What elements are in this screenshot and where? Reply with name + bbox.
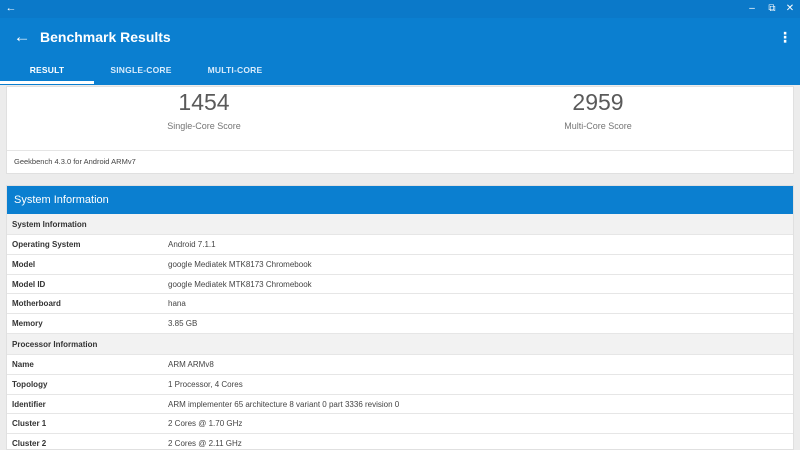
table-row: Operating System Android 7.1.1 [7, 235, 793, 255]
row-value: google Mediatek MTK8173 Chromebook [168, 259, 312, 269]
info-table: System Information Operating System Andr… [7, 214, 793, 449]
table-row: Model google Mediatek MTK8173 Chromebook [7, 255, 793, 275]
row-value: 2 Cores @ 1.70 GHz [168, 419, 243, 429]
tab-bar: RESULT SINGLE-CORE MULTI-CORE [0, 58, 800, 85]
benchmark-version: Geekbench 4.3.0 for Android ARMv7 [14, 157, 136, 166]
row-key: Cluster 1 [12, 419, 47, 429]
section-title: System Information [12, 220, 87, 229]
table-row: Cluster 1 2 Cores @ 1.70 GHz [7, 414, 793, 435]
close-icon[interactable]: ✕ [783, 2, 797, 16]
table-row: Motherboard hana [7, 294, 793, 315]
row-value: Android 7.1.1 [168, 240, 216, 249]
row-key: Operating System [12, 240, 81, 249]
row-value: 1 Processor, 4 Cores [168, 379, 243, 389]
app-bar: ← Benchmark Results ⋮ [0, 18, 800, 58]
window-back-icon[interactable]: ← [4, 1, 18, 15]
single-core-score-label: Single-Core Score [167, 121, 241, 131]
active-tab-indicator [0, 81, 94, 84]
table-row: Topology 1 Processor, 4 Cores [7, 375, 793, 395]
table-row: Cluster 2 2 Cores @ 2.11 GHz [7, 434, 793, 449]
section-header: System Information [7, 214, 793, 235]
row-value: 2 Cores @ 2.11 GHz [168, 439, 242, 449]
tab-single-core[interactable]: SINGLE-CORE [94, 58, 188, 85]
back-arrow-icon[interactable]: ← [12, 27, 32, 47]
table-row: Model ID google Mediatek MTK8173 Chromeb… [7, 275, 793, 295]
table-row: Name ARM ARMv8 [7, 355, 793, 375]
row-value: ARM ARMv8 [168, 359, 214, 369]
row-key: Motherboard [12, 299, 61, 309]
row-value: 3.85 GB [168, 319, 198, 329]
row-value: google Mediatek MTK8173 Chromebook [168, 279, 312, 289]
window-titlebar: ← – ⧉ ✕ [0, 0, 800, 18]
row-value: ARM implementer 65 architecture 8 varian… [168, 399, 400, 409]
tab-multi-core[interactable]: MULTI-CORE [188, 58, 282, 85]
section-title: Processor Information [12, 339, 98, 349]
table-row: Identifier ARM implementer 65 architectu… [7, 395, 793, 415]
restore-icon[interactable]: ⧉ [765, 2, 779, 16]
system-information-card: System Information System Information Op… [6, 185, 794, 450]
row-key: Identifier [12, 399, 46, 409]
row-key: Memory [12, 319, 43, 329]
page-title: Benchmark Results [40, 29, 171, 45]
row-key: Cluster 2 [12, 439, 47, 449]
overflow-menu-icon[interactable]: ⋮ [778, 28, 792, 48]
row-key: Topology [12, 379, 48, 389]
single-core-score: 1454 [178, 89, 230, 115]
row-value: hana [168, 299, 186, 309]
minimize-icon[interactable]: – [745, 2, 759, 16]
row-key: Name [12, 359, 34, 369]
score-card: 1454 Single-Core Score 2959 Multi-Core S… [6, 86, 794, 174]
table-row: Memory 3.85 GB [7, 314, 793, 334]
multi-core-score-label: Multi-Core Score [564, 121, 632, 131]
section-header: Processor Information [7, 333, 793, 355]
multi-core-score: 2959 [572, 89, 624, 115]
divider [7, 150, 793, 151]
row-key: Model ID [12, 279, 46, 289]
card-header: System Information [7, 186, 793, 214]
row-key: Model [12, 259, 36, 269]
